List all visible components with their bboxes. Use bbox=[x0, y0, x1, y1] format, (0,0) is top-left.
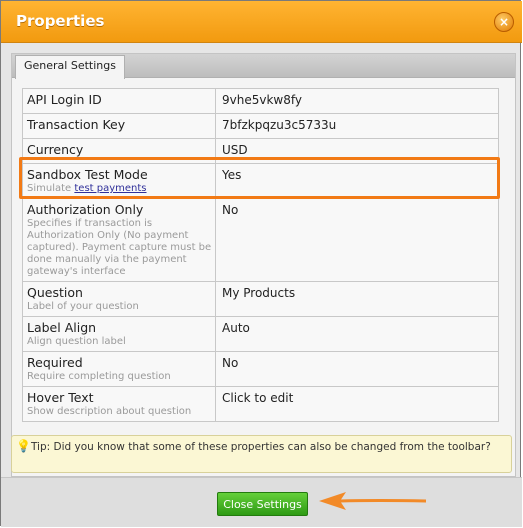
settings-panel: General Settings API Login ID 9vhe5vkw8f… bbox=[11, 53, 516, 477]
property-label: Question bbox=[27, 285, 83, 300]
close-icon[interactable]: × bbox=[494, 12, 514, 32]
table-row[interactable]: Question Label of your question My Produ… bbox=[22, 281, 499, 317]
property-label: Transaction Key bbox=[27, 117, 126, 132]
property-value-cell[interactable]: Auto bbox=[215, 316, 499, 352]
property-description: Align question label bbox=[27, 336, 126, 347]
property-key-cell: Question Label of your question bbox=[22, 281, 216, 317]
property-key-cell: Hover Text Show description about questi… bbox=[22, 386, 216, 422]
table-row[interactable]: Authorization Only Specifies if transact… bbox=[22, 198, 499, 282]
property-value-cell[interactable]: No bbox=[215, 351, 499, 387]
property-label: Required bbox=[27, 355, 83, 370]
properties-table: API Login ID 9vhe5vkw8fy Transaction Key… bbox=[22, 88, 499, 422]
property-label: Currency bbox=[27, 142, 84, 157]
tab-strip: General Settings bbox=[12, 54, 515, 79]
sandbox-row-highlight bbox=[19, 157, 500, 199]
property-key-cell: Transaction Key bbox=[22, 113, 216, 139]
property-key-cell: Label Align Align question label bbox=[22, 316, 216, 352]
tip-text: Tip: Did you know that some of these pro… bbox=[30, 441, 491, 453]
property-description: Specifies if transaction is Authorizatio… bbox=[27, 218, 212, 277]
dialog-titlebar[interactable]: Properties × bbox=[1, 1, 522, 43]
tab-general-settings[interactable]: General Settings bbox=[15, 55, 125, 79]
table-row[interactable]: Transaction Key 7bfzkpqzu3c5733u bbox=[22, 113, 499, 139]
property-key-cell: Required Require completing question bbox=[22, 351, 216, 387]
table-row[interactable]: Required Require completing question No bbox=[22, 351, 499, 387]
property-description: Label of your question bbox=[27, 301, 139, 312]
arrow-icon bbox=[319, 492, 426, 510]
property-label: Authorization Only bbox=[27, 202, 144, 217]
tip-box: 💡Tip: Did you know that some of these pr… bbox=[11, 435, 512, 473]
dialog-title: Properties bbox=[16, 12, 105, 30]
table-row[interactable]: API Login ID 9vhe5vkw8fy bbox=[22, 88, 499, 114]
property-value-cell[interactable]: 7bfzkpqzu3c5733u bbox=[215, 113, 499, 139]
property-value-cell[interactable]: My Products bbox=[215, 281, 499, 317]
property-value-cell[interactable]: 9vhe5vkw8fy bbox=[215, 88, 499, 114]
table-row[interactable]: Label Align Align question label Auto bbox=[22, 316, 499, 352]
lightbulb-icon: 💡 bbox=[16, 439, 31, 453]
property-key-cell: API Login ID bbox=[22, 88, 216, 114]
property-label: API Login ID bbox=[27, 92, 102, 107]
property-label: Label Align bbox=[27, 320, 97, 335]
property-label: Hover Text bbox=[27, 390, 94, 405]
property-key-cell: Authorization Only Specifies if transact… bbox=[22, 198, 216, 282]
table-row[interactable]: Hover Text Show description about questi… bbox=[22, 386, 499, 422]
property-description: Require completing question bbox=[27, 371, 171, 382]
property-description: Show description about question bbox=[27, 406, 192, 417]
property-value-cell[interactable]: Click to edit bbox=[215, 386, 499, 422]
properties-dialog: Properties × General Settings API Login … bbox=[0, 0, 522, 527]
close-settings-button[interactable]: Close Settings bbox=[217, 492, 308, 516]
property-value-cell[interactable]: No bbox=[215, 198, 499, 282]
